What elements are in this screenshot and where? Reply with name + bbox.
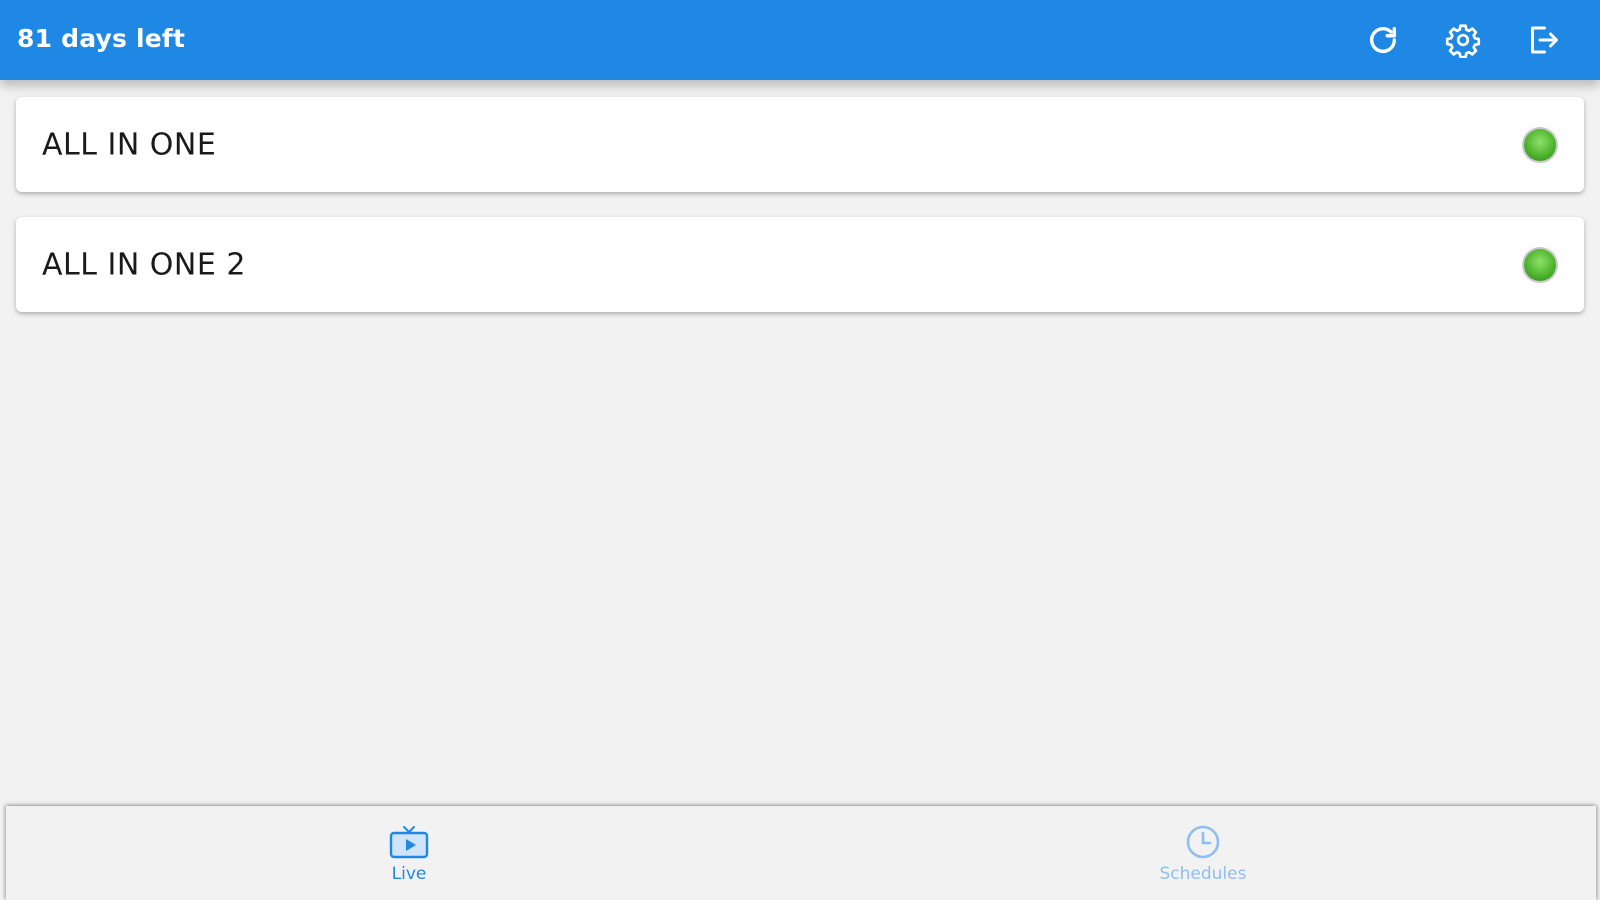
refresh-icon <box>1366 23 1400 57</box>
logout-button[interactable] <box>1523 20 1563 60</box>
tab-schedules-label: Schedules <box>1159 864 1247 884</box>
gear-icon <box>1445 22 1481 58</box>
status-online-icon <box>1524 128 1556 161</box>
tv-icon <box>389 824 429 860</box>
playlist-item[interactable]: ALL IN ONE <box>16 97 1584 192</box>
app-root: 81 days left ALL IN ONE ALL IN ONE 2 Liv… <box>0 0 1600 900</box>
playlist-name: ALL IN ONE <box>42 127 217 162</box>
bottom-navigation: Live Schedules <box>6 806 1596 900</box>
days-left-title: 81 days left <box>17 24 186 53</box>
logout-icon <box>1525 22 1561 58</box>
status-online-icon <box>1524 248 1556 281</box>
tab-live[interactable]: Live <box>259 806 559 900</box>
clock-icon <box>1183 824 1223 860</box>
top-app-bar: 81 days left <box>0 0 1600 80</box>
playlist-list: ALL IN ONE ALL IN ONE 2 <box>16 97 1584 337</box>
tab-schedules[interactable]: Schedules <box>1053 806 1353 900</box>
settings-button[interactable] <box>1443 20 1483 60</box>
tab-live-label: Live <box>391 864 427 884</box>
playlist-item[interactable]: ALL IN ONE 2 <box>16 217 1584 312</box>
playlist-name: ALL IN ONE 2 <box>42 247 246 282</box>
refresh-button[interactable] <box>1363 20 1403 60</box>
